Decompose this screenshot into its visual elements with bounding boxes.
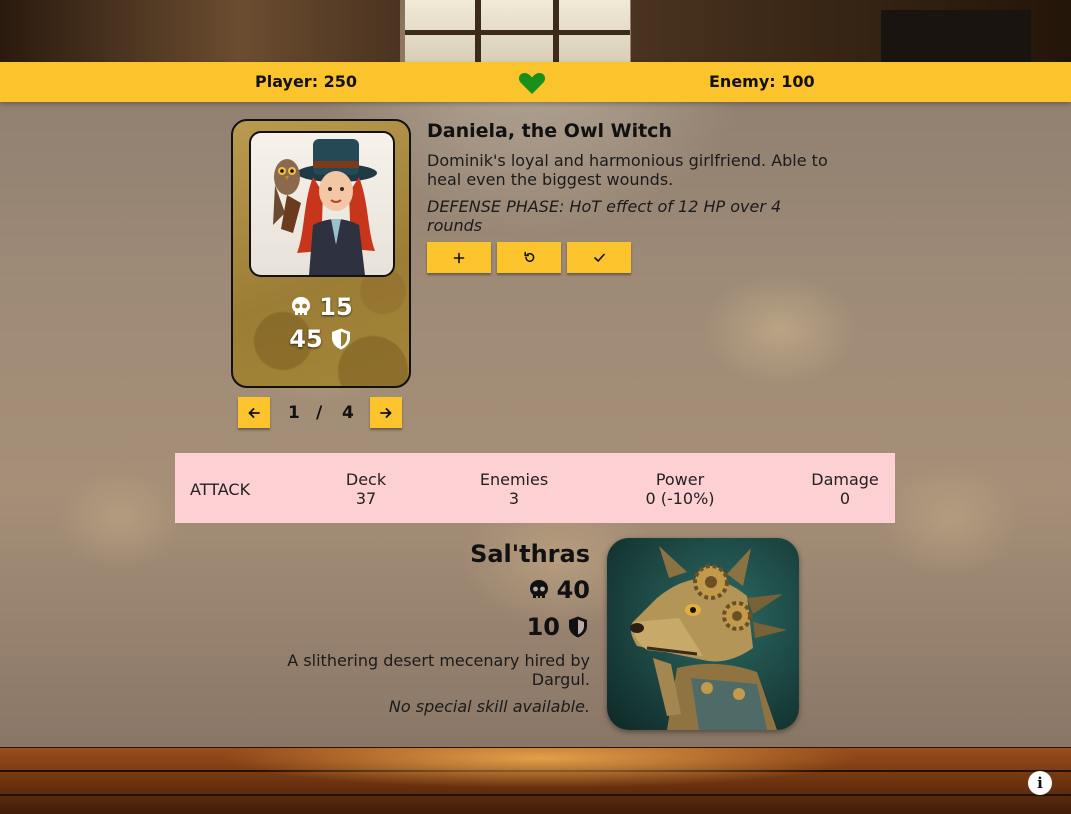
deck-info: Deck 37 xyxy=(346,470,386,508)
hero-portrait xyxy=(249,131,395,277)
power-info: Power 0 (-10%) xyxy=(645,470,714,508)
enemy-skill: No special skill available. xyxy=(388,697,590,716)
background-panel xyxy=(881,10,1031,62)
arrow-right-icon xyxy=(380,407,392,418)
hero-card[interactable]: 15 45 xyxy=(231,119,411,388)
enemies-info: Enemies 3 xyxy=(480,470,548,508)
deck-value: 37 xyxy=(355,489,377,508)
info-icon: i xyxy=(1037,774,1043,792)
skull-icon xyxy=(292,297,311,315)
hero-defense-value: 45 xyxy=(289,325,323,353)
shield-icon xyxy=(331,328,350,350)
phase-label: ATTACK xyxy=(190,480,251,499)
hero-name: Daniela, the Owl Witch xyxy=(427,120,672,142)
hero-pager: 1 / 4 xyxy=(238,397,404,431)
damage-info: Damage 0 xyxy=(811,470,879,508)
wooden-floor xyxy=(0,747,1071,814)
enemy-name: Sal'thras xyxy=(470,540,590,568)
enemy-portrait xyxy=(607,538,799,730)
next-hero-button[interactable] xyxy=(370,397,402,428)
hero-skill: DEFENSE PHASE: HoT effect of 12 HP over … xyxy=(427,197,782,235)
plus-icon xyxy=(453,252,465,263)
skull-icon xyxy=(529,580,548,598)
status-bar: Player: 250 Enemy: 100 xyxy=(0,62,1071,102)
enemy-attack: 40 xyxy=(527,576,590,604)
enemy-defense-value: 10 xyxy=(526,613,560,641)
enemy-attack-value: 40 xyxy=(556,576,590,604)
deck-label: Deck xyxy=(345,470,387,489)
check-icon xyxy=(593,253,605,262)
power-value: 0 (-10%) xyxy=(645,489,715,508)
heart-icon xyxy=(518,72,546,94)
previous-hero-button[interactable] xyxy=(238,397,270,428)
player-hp: Player: 250 xyxy=(255,72,358,91)
arrow-left-icon xyxy=(248,407,260,418)
battle-info-strip: ATTACK Deck 37 Enemies 3 Power 0 (-10%) … xyxy=(175,453,895,523)
power-label: Power xyxy=(655,470,705,489)
undo-button[interactable] xyxy=(497,242,561,273)
hero-description: Dominik's loyal and harmonious girlfrien… xyxy=(427,151,828,189)
enemy-defense: 10 xyxy=(527,613,590,641)
hero-attack-value: 15 xyxy=(319,293,353,321)
damage-label: Damage xyxy=(811,470,879,489)
total-pages: 4 xyxy=(342,403,354,423)
enemies-value: 3 xyxy=(508,489,520,508)
confirm-button[interactable] xyxy=(567,242,631,273)
enemies-label: Enemies xyxy=(479,470,549,489)
background-shelves-left xyxy=(0,0,400,62)
page-separator: / xyxy=(316,403,323,423)
add-hero-button[interactable] xyxy=(427,242,491,273)
shield-icon xyxy=(569,616,587,638)
damage-value: 0 xyxy=(839,489,851,508)
enemy-description: A slithering desert mecenary hired by Da… xyxy=(287,651,590,689)
enemy-hp: Enemy: 100 xyxy=(709,72,815,91)
background-window xyxy=(405,0,630,62)
current-page: 1 xyxy=(288,403,300,423)
undo-icon xyxy=(523,251,534,262)
info-button[interactable]: i xyxy=(1028,771,1052,795)
